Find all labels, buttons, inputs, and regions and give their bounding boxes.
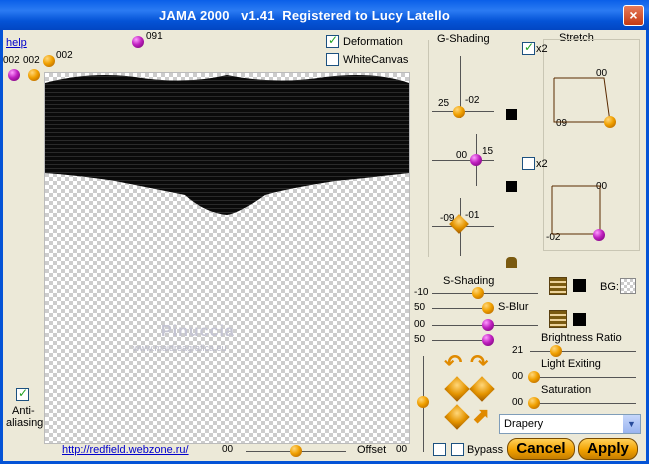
value-label-d: 091 bbox=[146, 31, 163, 42]
gshading-c1-y: -02 bbox=[465, 95, 480, 106]
sshading-row2-label: S-Blur bbox=[498, 301, 529, 313]
title-bar[interactable]: JAMA 2000 v1.41 Registered to Lucy Latel… bbox=[0, 0, 649, 30]
saturation-label: Saturation bbox=[541, 384, 592, 396]
sshading-row2-track bbox=[432, 308, 482, 309]
stretch-box1-handle[interactable] bbox=[604, 116, 616, 128]
bypass-label: Bypass bbox=[467, 444, 504, 456]
gshading-c3-color[interactable] bbox=[506, 257, 517, 268]
sshading-row3-value: 00 bbox=[414, 319, 426, 330]
light-exiting-handle[interactable] bbox=[528, 371, 540, 383]
stretch-x2-label-1: x2 bbox=[536, 43, 548, 55]
offset-handle[interactable] bbox=[290, 445, 302, 457]
sshading-row3-handle[interactable] bbox=[482, 319, 494, 331]
stretch-x2-checkbox-1[interactable] bbox=[522, 40, 535, 55]
whitecanvas-label: WhiteCanvas bbox=[343, 54, 409, 66]
stretch-x2-checkbox-2[interactable] bbox=[522, 157, 535, 170]
website-link[interactable]: http://redfield.webzone.ru/ bbox=[62, 444, 189, 456]
stretch-box2-shape bbox=[551, 185, 601, 235]
gshading-c2-x: 00 bbox=[456, 150, 468, 161]
brightness-track bbox=[530, 351, 636, 352]
bg-label: BG: bbox=[600, 281, 619, 293]
gshading-c2-color[interactable] bbox=[506, 181, 517, 192]
control-point-orange-left[interactable] bbox=[28, 69, 40, 81]
cancel-button[interactable]: Cancel bbox=[507, 438, 575, 460]
preset-dropdown[interactable]: Drapery ▼ bbox=[499, 414, 641, 434]
preview-drapery-image bbox=[45, 75, 409, 215]
sshading-row4-handle[interactable] bbox=[482, 334, 494, 346]
control-point-orange-top[interactable] bbox=[43, 55, 55, 67]
sshading-row4-track bbox=[432, 340, 482, 341]
preview-canvas[interactable]: Pinuccia www.maidreagrafica.eu bbox=[44, 72, 410, 444]
watermark-text: Pinuccia bbox=[161, 323, 235, 340]
preset-selected-value: Drapery bbox=[504, 418, 544, 430]
sshading-color-2[interactable] bbox=[573, 313, 586, 326]
light-exiting-label: Light Exiting bbox=[541, 358, 601, 370]
antialiasing-checkbox[interactable] bbox=[16, 386, 29, 401]
whitecanvas-checkbox[interactable] bbox=[326, 53, 339, 66]
brightness-label: Brightness Ratio bbox=[541, 332, 622, 344]
rotate-left-icon[interactable]: ↶ bbox=[444, 352, 462, 374]
light-exiting-track bbox=[530, 377, 636, 378]
control-point-purple-left[interactable] bbox=[8, 69, 20, 81]
deformation-checkbox[interactable] bbox=[326, 33, 339, 48]
sshading-color-1[interactable] bbox=[573, 279, 586, 292]
sshading-title: S-Shading bbox=[443, 275, 495, 287]
bypass-checkbox-2[interactable] bbox=[451, 443, 464, 456]
saturation-value: 00 bbox=[512, 397, 524, 408]
value-label-a: 002 bbox=[3, 55, 20, 66]
light-exiting-value: 00 bbox=[512, 371, 524, 382]
value-label-c: 002 bbox=[56, 50, 73, 61]
bypass-checkbox-1[interactable] bbox=[433, 443, 446, 456]
stretch-box2-handle[interactable] bbox=[593, 229, 605, 241]
gshading-c2-y: 15 bbox=[482, 146, 494, 157]
sshading-pattern-icon-2[interactable] bbox=[549, 310, 567, 328]
brightness-value: 21 bbox=[512, 345, 524, 356]
sshading-row2-handle[interactable] bbox=[482, 302, 494, 314]
gshading-c1-handle[interactable] bbox=[453, 106, 465, 118]
offset-value-right: 00 bbox=[396, 444, 408, 455]
deformation-label: Deformation bbox=[343, 36, 403, 48]
gshading-c1-x: 25 bbox=[438, 98, 450, 109]
gshading-c2-handle[interactable] bbox=[470, 154, 482, 166]
apply-button[interactable]: Apply bbox=[578, 438, 638, 460]
sshading-row4-value: 50 bbox=[414, 334, 426, 345]
stretch-x2-label-2: x2 bbox=[536, 158, 548, 170]
rotate-right-icon[interactable]: ↷ bbox=[470, 352, 488, 374]
watermark-url: www.maidreagrafica.eu bbox=[133, 343, 227, 353]
sshading-pattern-icon-1[interactable] bbox=[549, 277, 567, 295]
close-button[interactable]: × bbox=[623, 5, 644, 26]
vertical-slider-handle[interactable] bbox=[417, 396, 429, 408]
saturation-handle[interactable] bbox=[528, 397, 540, 409]
stretch-box1-shape bbox=[553, 77, 611, 123]
sshading-row2-value: 50 bbox=[414, 302, 426, 313]
antialiasing-label-1: Anti- bbox=[12, 405, 35, 417]
control-point-purple-top[interactable] bbox=[132, 36, 144, 48]
help-link[interactable]: help bbox=[6, 37, 27, 49]
sshading-row1-track bbox=[432, 293, 538, 294]
offset-value-left: 00 bbox=[222, 444, 234, 455]
resize-diagonal-icon[interactable]: ⬈ bbox=[471, 405, 489, 427]
gshading-c1-color[interactable] bbox=[506, 109, 517, 120]
sshading-row1-handle[interactable] bbox=[472, 287, 484, 299]
value-label-b: 002 bbox=[23, 55, 40, 66]
antialiasing-label-2: aliasing bbox=[6, 417, 44, 429]
brightness-handle[interactable] bbox=[550, 345, 562, 357]
bg-transparent-swatch[interactable] bbox=[620, 278, 636, 294]
window-title: JAMA 2000 v1.41 Registered to Lucy Latel… bbox=[158, 8, 450, 23]
sshading-row1-value: -10 bbox=[414, 287, 429, 298]
saturation-track bbox=[530, 403, 636, 404]
gshading-c3-y: -01 bbox=[465, 210, 480, 221]
chevron-down-icon[interactable]: ▼ bbox=[623, 415, 640, 433]
offset-label: Offset bbox=[357, 444, 387, 456]
